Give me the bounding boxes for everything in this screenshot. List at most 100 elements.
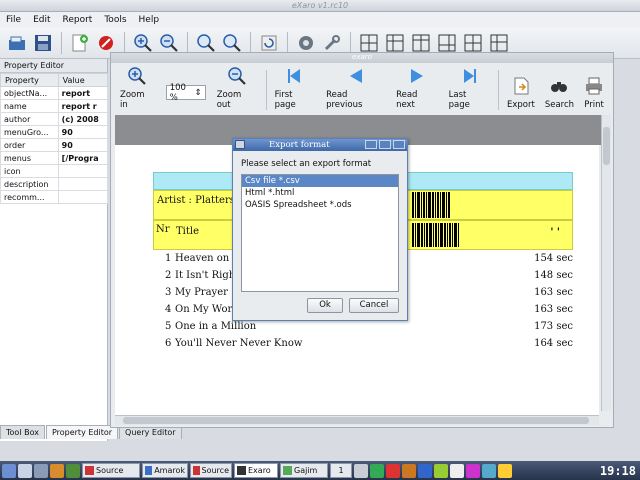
- network-icon[interactable]: [482, 463, 496, 478]
- tray-icon[interactable]: [354, 463, 368, 478]
- new-report-icon[interactable]: [69, 32, 91, 54]
- zoom-in-button[interactable]: Zoom in: [115, 66, 160, 110]
- grid-layout-6-icon[interactable]: [488, 32, 510, 54]
- file-manager-icon[interactable]: [66, 463, 80, 478]
- scrollbar-thumb[interactable]: [123, 417, 589, 424]
- menu-edit[interactable]: Edit: [27, 15, 56, 25]
- list-item[interactable]: OASIS Spreadsheet *.ods: [242, 199, 398, 211]
- terminal-icon[interactable]: [34, 463, 48, 478]
- property-value[interactable]: report: [57, 86, 109, 100]
- maximize-icon[interactable]: [379, 140, 391, 149]
- tab-property-editor[interactable]: Property Editor: [45, 425, 119, 439]
- grid-layout-5-icon[interactable]: [462, 32, 484, 54]
- menu-tools[interactable]: Tools: [98, 15, 132, 25]
- refresh-icon[interactable]: [258, 32, 280, 54]
- tray-icon[interactable]: [370, 463, 384, 478]
- open-icon[interactable]: [6, 32, 28, 54]
- property-value[interactable]: (c) 2008: [57, 112, 109, 126]
- property-value[interactable]: [57, 177, 109, 191]
- zoom-in-icon[interactable]: [132, 32, 154, 54]
- tray-icon[interactable]: [434, 463, 448, 478]
- grid-layout-1-icon[interactable]: [358, 32, 380, 54]
- property-value[interactable]: [/Progra: [57, 151, 109, 165]
- dialog-titlebar[interactable]: Export format: [233, 139, 407, 151]
- grid-layout-4-icon[interactable]: [436, 32, 458, 54]
- browser-icon[interactable]: [50, 463, 64, 478]
- search-button[interactable]: Search: [540, 76, 579, 110]
- clock[interactable]: 19:18: [600, 464, 640, 478]
- search-label: Search: [544, 100, 575, 110]
- table-row[interactable]: author (c) 2008: [0, 112, 109, 126]
- zoom-original-icon[interactable]: [221, 32, 243, 54]
- property-value[interactable]: 90: [57, 125, 109, 139]
- tray-icon[interactable]: [386, 463, 400, 478]
- scrollbar-thumb[interactable]: [603, 127, 610, 165]
- first-page-button[interactable]: First page: [270, 66, 322, 110]
- close-icon[interactable]: [393, 140, 405, 149]
- desktop-icon[interactable]: [18, 463, 32, 478]
- table-row[interactable]: order 90: [0, 138, 109, 152]
- settings-icon[interactable]: [295, 32, 317, 54]
- taskbar: Source Amarok Source Exaro Gajim 1 19:18: [0, 461, 640, 480]
- tray-icon[interactable]: [450, 463, 464, 478]
- grid-layout-3-icon[interactable]: [410, 32, 432, 54]
- table-row[interactable]: description: [0, 177, 109, 191]
- table-row[interactable]: icon: [0, 164, 109, 178]
- list-item[interactable]: Csv file *.csv: [242, 175, 398, 187]
- delete-icon[interactable]: [95, 32, 117, 54]
- taskbar-button[interactable]: Amarok: [142, 463, 188, 478]
- column-header-property[interactable]: Property: [0, 73, 59, 87]
- property-value[interactable]: [57, 164, 109, 178]
- property-value[interactable]: 90: [57, 138, 109, 152]
- property-value[interactable]: report r: [57, 99, 109, 113]
- taskbar-button[interactable]: Gajim: [280, 463, 328, 478]
- table-row[interactable]: name report r: [0, 99, 109, 113]
- menu-report[interactable]: Report: [57, 15, 99, 25]
- export-format-list[interactable]: Csv file *.csv Html *.html OASIS Spreads…: [241, 174, 399, 292]
- table-row[interactable]: recomm...: [0, 190, 109, 204]
- launcher-icon[interactable]: [2, 463, 16, 478]
- zoom-fit-icon[interactable]: [195, 32, 217, 54]
- property-name: icon: [0, 164, 59, 178]
- menu-file[interactable]: File: [0, 15, 27, 25]
- read-next-button[interactable]: Read next: [391, 66, 444, 110]
- spinner-icon[interactable]: ⇕: [195, 88, 202, 98]
- grid-layout-2-icon[interactable]: [384, 32, 406, 54]
- menu-help[interactable]: Help: [133, 15, 166, 25]
- export-button[interactable]: Export: [502, 76, 540, 110]
- zoom-out-icon[interactable]: [158, 32, 180, 54]
- column-header-value[interactable]: Value: [57, 73, 109, 87]
- tray-icon[interactable]: [466, 463, 480, 478]
- tray-icon[interactable]: [498, 463, 512, 478]
- table-row[interactable]: objectNa... report: [0, 86, 109, 100]
- property-editor-panel: Property Editor Property Value objectNa.…: [0, 59, 109, 441]
- flag-icon[interactable]: [418, 463, 432, 478]
- tray-icon[interactable]: [402, 463, 416, 478]
- save-icon[interactable]: [32, 32, 54, 54]
- zoom-selector[interactable]: 100 % ⇕: [160, 83, 212, 110]
- horizontal-scrollbar[interactable]: [115, 415, 599, 425]
- zoom-out-button[interactable]: Zoom out: [212, 66, 263, 110]
- window-menu-icon[interactable]: [235, 140, 245, 149]
- last-page-button[interactable]: Last page: [444, 66, 495, 110]
- tab-tool-box[interactable]: Tool Box: [0, 425, 45, 439]
- read-previous-button[interactable]: Read previous: [321, 66, 391, 110]
- minimize-icon[interactable]: [365, 140, 377, 149]
- vertical-scrollbar[interactable]: [601, 115, 611, 411]
- ok-button[interactable]: Ok: [307, 298, 343, 313]
- app-icon: [283, 466, 292, 475]
- print-button[interactable]: Print: [579, 76, 609, 110]
- taskbar-button-active[interactable]: Exaro: [234, 463, 278, 478]
- table-row[interactable]: menus [/Progra: [0, 151, 109, 165]
- table-row[interactable]: menuGro... 90: [0, 125, 109, 139]
- taskbar-button[interactable]: Source: [190, 463, 232, 478]
- cancel-button[interactable]: Cancel: [349, 298, 399, 313]
- app-icon: [237, 466, 246, 475]
- desktop-pager[interactable]: 1: [330, 463, 352, 478]
- property-value[interactable]: [57, 190, 109, 204]
- taskbar-button[interactable]: Source: [82, 463, 140, 478]
- property-name: order: [0, 138, 59, 152]
- zoom-value-field[interactable]: 100 % ⇕: [165, 83, 206, 103]
- list-item[interactable]: Html *.html: [242, 187, 398, 199]
- wrench-icon[interactable]: [321, 32, 343, 54]
